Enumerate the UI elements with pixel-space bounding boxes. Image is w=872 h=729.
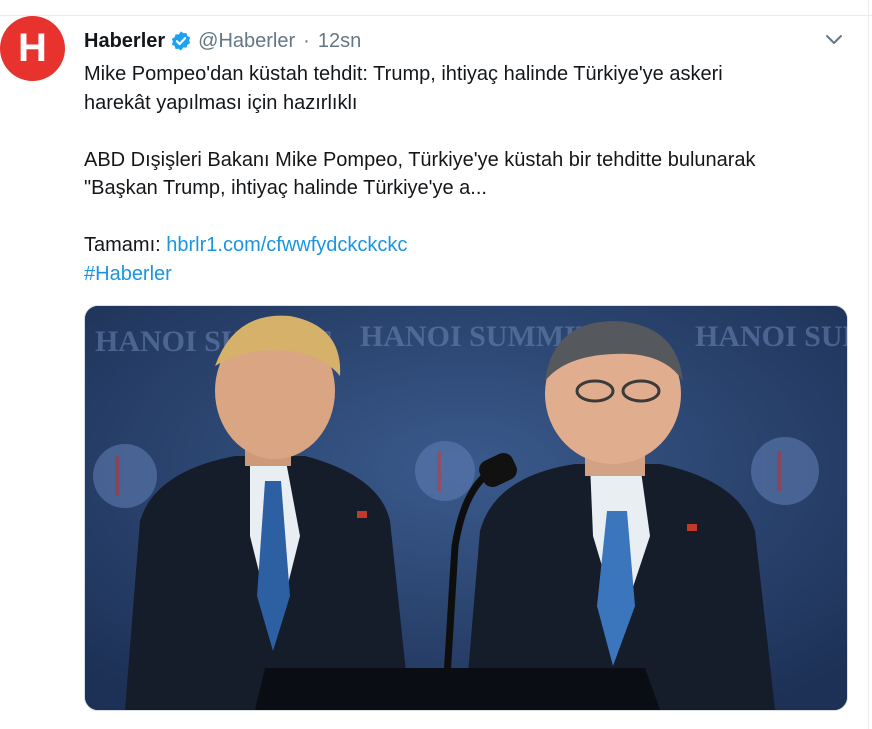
timestamp[interactable]: 12sn xyxy=(318,30,361,53)
article-link[interactable]: hbrlr1.com/cfwwfydckckckc xyxy=(166,234,407,256)
podium xyxy=(255,668,660,710)
verified-badge-icon xyxy=(170,30,192,52)
chevron-down-icon[interactable] xyxy=(824,32,844,48)
backdrop-text-right: HANOI SUMMIT xyxy=(695,320,847,353)
handle[interactable]: @Haberler xyxy=(198,30,295,53)
tweet-header: Haberler @Haberler · 12sn xyxy=(84,27,361,55)
right-divider xyxy=(868,0,869,729)
tweet-photo[interactable]: HANOI SUMMIT HANOI SUMMIT HANOI SUMMIT xyxy=(84,305,848,711)
tweet-text: Mike Pompeo'dan küstah tehdit: Trump, ih… xyxy=(84,60,854,288)
avatar[interactable]: H xyxy=(0,16,65,81)
summary-line-1: ABD Dışişleri Bakanı Mike Pompeo, Türkiy… xyxy=(84,148,756,171)
headline-line-1: Mike Pompeo'dan küstah tehdit: Trump, ih… xyxy=(84,63,723,85)
headline-line-2: harekât yapılması için hazırlıklı xyxy=(84,91,358,114)
avatar-letter: H xyxy=(18,26,47,70)
photo-illustration: HANOI SUMMIT HANOI SUMMIT HANOI SUMMIT xyxy=(85,306,847,710)
full-link-line: Tamamı: hbrlr1.com/cfwwfydckckckc xyxy=(84,231,854,260)
display-name[interactable]: Haberler xyxy=(84,30,165,53)
full-label: Tamamı: xyxy=(84,234,161,256)
summary-line-2: "Başkan Trump, ihtiyaç halinde Türkiye'y… xyxy=(84,177,487,199)
separator-dot: · xyxy=(303,29,310,52)
hashtag-link[interactable]: #Haberler xyxy=(84,263,172,285)
